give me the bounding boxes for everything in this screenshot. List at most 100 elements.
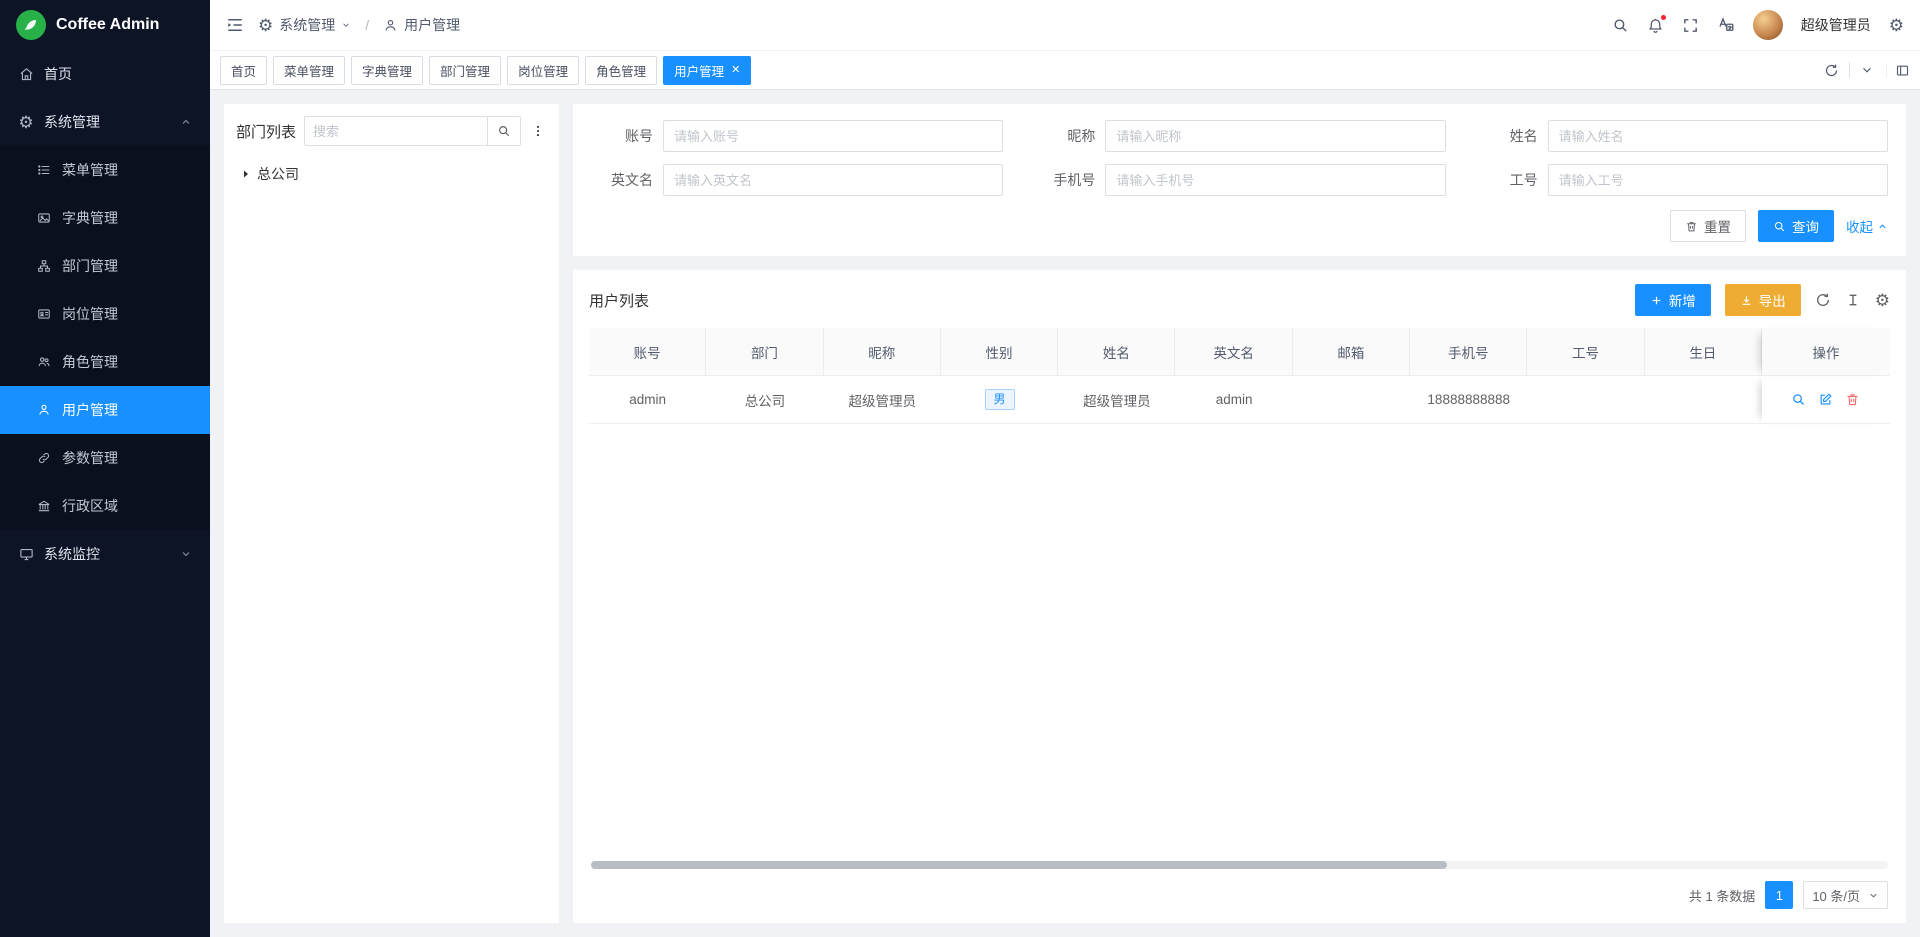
- sidebar-item-system-management[interactable]: ⚙ 系统管理: [0, 98, 210, 146]
- col-header-birthday: 生日: [1645, 328, 1762, 376]
- cell-english-name: admin: [1175, 376, 1292, 424]
- tab-dept-management[interactable]: 部门管理: [429, 56, 501, 85]
- collapse-sidebar-icon[interactable]: [226, 16, 244, 34]
- edit-icon[interactable]: [1818, 392, 1833, 407]
- user-avatar[interactable]: [1753, 10, 1783, 40]
- tab-role-management[interactable]: 角色管理: [585, 56, 657, 85]
- work-id-input[interactable]: [1548, 164, 1888, 196]
- col-header-name: 姓名: [1058, 328, 1175, 376]
- layout-expand-icon[interactable]: [1886, 63, 1910, 78]
- dept-panel-header: 部门列表: [236, 116, 547, 146]
- notification-bell-icon[interactable]: [1647, 17, 1664, 34]
- name-input[interactable]: [1548, 120, 1888, 152]
- dept-search-input[interactable]: [304, 116, 487, 146]
- table-header-row: 账号 部门 昵称 性别 姓名 英文名 邮箱 手机号 工号 生日 操作: [589, 328, 1890, 376]
- add-user-button[interactable]: 新增: [1635, 284, 1711, 316]
- field-name: 姓名: [1476, 120, 1888, 152]
- current-user-name[interactable]: 超级管理员: [1801, 15, 1871, 35]
- more-options-icon[interactable]: [529, 123, 547, 139]
- sidebar-item-system-monitor[interactable]: 系统监控: [0, 530, 210, 578]
- breadcrumb-system-management[interactable]: ⚙ 系统管理: [258, 15, 351, 35]
- col-header-work-id: 工号: [1527, 328, 1644, 376]
- col-header-english-name: 英文名: [1175, 328, 1292, 376]
- sidebar-item-dict-management[interactable]: 字典管理: [0, 194, 210, 242]
- cell-operation: [1762, 376, 1890, 424]
- delete-icon[interactable]: [1845, 392, 1860, 407]
- content: 部门列表 总公: [210, 90, 1920, 937]
- reset-button[interactable]: 重置: [1670, 210, 1746, 242]
- caret-right-icon[interactable]: [240, 168, 252, 180]
- list-icon: [36, 162, 52, 178]
- topbar: ⚙ 系统管理 / 用户管理: [210, 0, 1920, 50]
- sidebar-item-menu-management[interactable]: 菜单管理: [0, 146, 210, 194]
- coffee-logo-icon: [16, 10, 46, 40]
- tab-menu-management[interactable]: 菜单管理: [273, 56, 345, 85]
- row-density-icon[interactable]: [1845, 292, 1861, 308]
- settings-gear-icon[interactable]: ⚙: [1889, 17, 1904, 34]
- dept-search-group: [304, 116, 521, 146]
- sidebar-item-post-management[interactable]: 岗位管理: [0, 290, 210, 338]
- page-size-select[interactable]: 10 条/页: [1803, 881, 1888, 909]
- sidebar-item-param-management[interactable]: 参数管理: [0, 434, 210, 482]
- sidebar-item-role-management[interactable]: 角色管理: [0, 338, 210, 386]
- search-button[interactable]: 查询: [1758, 210, 1834, 242]
- account-input[interactable]: [663, 120, 1003, 152]
- sidebar-item-label: 系统监控: [44, 544, 100, 564]
- refresh-tab-icon[interactable]: [1824, 63, 1839, 78]
- chevron-down-icon: [1868, 890, 1879, 901]
- user-table: 账号 部门 昵称 性别 姓名 英文名 邮箱 手机号 工号 生日 操作: [589, 328, 1890, 424]
- col-header-gender: 性别: [941, 328, 1058, 376]
- pagination-bar: 共 1 条数据 1 10 条/页: [589, 869, 1890, 915]
- filter-card: 账号 昵称 姓名 英文名: [573, 104, 1906, 256]
- phone-input[interactable]: [1105, 164, 1445, 196]
- translate-icon[interactable]: [1717, 16, 1735, 34]
- sidebar-item-label: 首页: [44, 64, 72, 84]
- sidebar-item-home[interactable]: 首页: [0, 50, 210, 98]
- refresh-table-icon[interactable]: [1815, 292, 1831, 308]
- fullscreen-icon[interactable]: [1682, 17, 1699, 34]
- row-operations: [1791, 392, 1860, 407]
- sidebar-item-label: 行政区域: [62, 496, 118, 516]
- tab-dict-management[interactable]: 字典管理: [351, 56, 423, 85]
- tab-options-chevron-icon[interactable]: [1860, 63, 1874, 77]
- app-logo[interactable]: Coffee Admin: [0, 0, 210, 50]
- search-icon[interactable]: [1612, 17, 1629, 34]
- table-actions: 新增 导出 ⚙: [1635, 284, 1890, 316]
- page-1-button[interactable]: 1: [1765, 881, 1793, 909]
- field-label: 账号: [591, 126, 663, 146]
- tab-label: 岗位管理: [518, 61, 568, 80]
- english-name-input[interactable]: [663, 164, 1003, 196]
- breadcrumb-user-management[interactable]: 用户管理: [383, 15, 460, 35]
- badge-icon: [36, 306, 52, 322]
- page-size-value: 10 条/页: [1812, 886, 1860, 905]
- tab-post-management[interactable]: 岗位管理: [507, 56, 579, 85]
- export-button[interactable]: 导出: [1725, 284, 1801, 316]
- tree-item-head-office[interactable]: 总公司: [236, 162, 547, 186]
- scrollbar-thumb[interactable]: [591, 861, 1447, 869]
- sidebar-item-dept-management[interactable]: 部门管理: [0, 242, 210, 290]
- home-icon: [18, 66, 34, 82]
- sidebar-item-user-management[interactable]: 用户管理: [0, 386, 210, 434]
- dept-search-button[interactable]: [487, 116, 521, 146]
- tab-home[interactable]: 首页: [220, 56, 267, 85]
- chevron-down-icon: [180, 548, 192, 560]
- cell-birthday: [1645, 376, 1762, 424]
- gear-icon: ⚙: [258, 17, 273, 34]
- reset-label: 重置: [1704, 216, 1731, 236]
- sidebar-item-admin-region[interactable]: 行政区域: [0, 482, 210, 530]
- tab-user-management[interactable]: 用户管理 ✕: [663, 56, 751, 85]
- sidebar-item-label: 岗位管理: [62, 304, 118, 324]
- collapse-filter-link[interactable]: 收起: [1846, 216, 1888, 236]
- total-count-text: 共 1 条数据: [1689, 886, 1755, 905]
- horizontal-scrollbar[interactable]: [591, 861, 1888, 869]
- gender-tag: 男: [985, 389, 1015, 409]
- sidebar-item-label: 参数管理: [62, 448, 118, 468]
- tab-close-icon[interactable]: ✕: [731, 65, 740, 76]
- dept-panel-title: 部门列表: [236, 121, 296, 142]
- nickname-input[interactable]: [1105, 120, 1445, 152]
- cell-dept: 总公司: [706, 376, 823, 424]
- field-nickname: 昵称: [1033, 120, 1445, 152]
- chevron-down-icon: [341, 20, 351, 30]
- column-settings-gear-icon[interactable]: ⚙: [1875, 292, 1890, 309]
- view-icon[interactable]: [1791, 392, 1806, 407]
